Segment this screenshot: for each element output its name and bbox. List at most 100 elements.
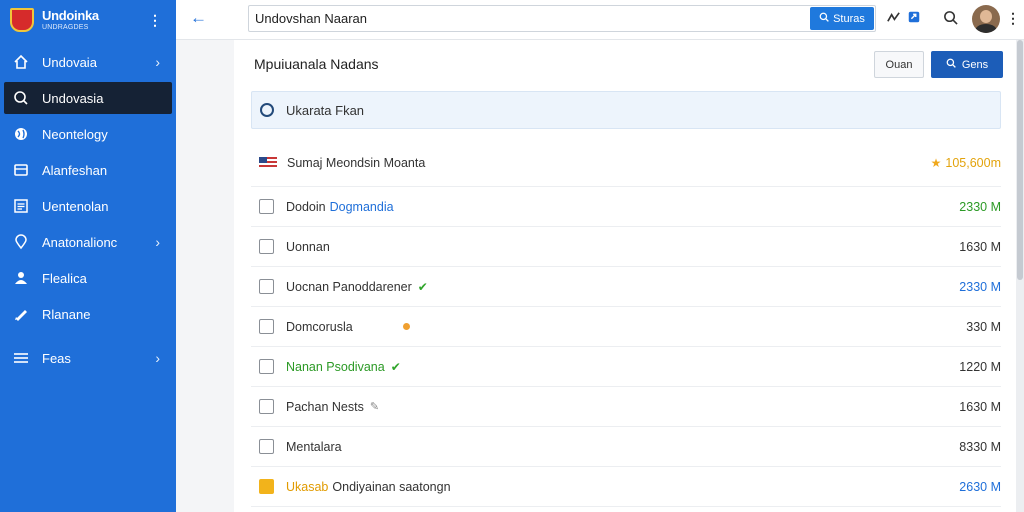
item-name: Domcorusla <box>286 319 353 334</box>
item-value: 1630 M <box>959 239 1001 254</box>
location-icon <box>12 233 30 251</box>
sidebar-item-5[interactable]: Anatonalionc › <box>4 226 172 258</box>
item-tag[interactable]: Dogmandia <box>330 200 394 214</box>
list-item[interactable]: Domcorusla 330 M <box>251 307 1001 347</box>
activity-icon[interactable] <box>886 10 901 29</box>
item-value: 1630 M <box>959 399 1001 414</box>
sidebar-item-label: Flealica <box>42 270 87 286</box>
scrollbar[interactable] <box>1016 40 1024 512</box>
item-name: Nanan Psodivana <box>286 359 385 374</box>
checkbox[interactable] <box>259 399 274 414</box>
sidebar-item-0[interactable]: Undovaia › <box>4 46 172 78</box>
item-value: ★ 105,600m <box>930 156 1001 170</box>
results-list: Sumaj Meondsin Moanta ★ 105,600m Dodoin D… <box>251 140 1001 507</box>
scrollbar-thumb[interactable] <box>1017 40 1023 280</box>
check-badge-icon: ✔ <box>417 279 428 294</box>
sidebar-item-1[interactable]: Undovasia <box>4 82 172 114</box>
sidebar-item-8[interactable]: Feas › <box>4 342 172 374</box>
sidebar-item-label: Alanfeshan <box>42 162 108 178</box>
search-icon <box>946 58 956 71</box>
item-value: 1220 M <box>959 359 1001 374</box>
checkbox[interactable] <box>259 279 274 294</box>
item-name: Mentalara <box>286 439 342 454</box>
chevron-right-icon: › <box>155 54 160 70</box>
item-value: 2330 M <box>959 279 1001 294</box>
filter-label: Ukarata Fkan <box>286 102 365 118</box>
brand-logo-icon <box>10 8 34 32</box>
share-icon[interactable] <box>907 10 921 28</box>
primary-button-label: Gens <box>961 58 989 71</box>
status-dot-icon <box>402 323 410 330</box>
chevron-right-icon: › <box>155 234 160 250</box>
brand-subtitle: UNDRAGDES <box>42 24 89 31</box>
list-item[interactable]: Pachan Nests ✎ 1630 M <box>251 387 1001 427</box>
item-name: Uonnan <box>286 239 330 254</box>
checkbox[interactable] <box>259 199 274 214</box>
list-item[interactable]: Dodoin Dogmandia 2330 M <box>251 187 1001 227</box>
secondary-button[interactable]: Ouan <box>874 51 924 78</box>
search-button-label: Sturas <box>833 12 865 25</box>
brand[interactable]: Undoinka UNDRAGDES ⋮ <box>0 0 176 40</box>
back-arrow-icon[interactable]: ← <box>190 8 207 28</box>
sidebar-item-label: Undovasia <box>42 90 104 106</box>
filter-row[interactable]: Ukarata Fkan <box>251 91 1001 129</box>
sidebar-nav: Undovaia › Undovasia Neontelogy Alanfesh… <box>0 46 176 374</box>
checkbox[interactable] <box>259 239 274 254</box>
kebab-icon[interactable]: ⋮ <box>148 12 162 29</box>
list-item[interactable]: Uonnan 1630 M <box>251 227 1001 267</box>
radio-button[interactable] <box>260 103 274 117</box>
search-icon <box>12 89 30 107</box>
document-icon[interactable] <box>259 319 274 334</box>
star-icon: ★ <box>930 156 942 170</box>
monitor-icon <box>12 161 30 179</box>
list-item[interactable]: Nanan Psodivana ✔ 1220 M <box>251 347 1001 387</box>
check-badge-icon: ✔ <box>390 359 401 374</box>
us-flag-icon <box>259 157 277 169</box>
list-item[interactable]: Mentalara 8330 M <box>251 427 1001 467</box>
item-value: 8330 M <box>959 439 1001 454</box>
sidebar-item-label: Anatonalionc <box>42 234 118 250</box>
sidebar-item-6[interactable]: Flealica <box>4 262 172 294</box>
sidebar-item-3[interactable]: Alanfeshan <box>4 154 172 186</box>
sidebar-item-label: Undovaia <box>42 54 97 70</box>
avatar[interactable] <box>972 5 1000 33</box>
sidebar-item-4[interactable]: Uentenolan <box>4 190 172 222</box>
item-value: 2630 M <box>959 479 1001 494</box>
sidebar-item-label: Neontelogy <box>42 126 108 142</box>
checkbox-checked[interactable] <box>259 479 274 494</box>
sidebar-item-label: Uentenolan <box>42 198 109 214</box>
item-name: Pachan Nests <box>286 399 364 414</box>
search-button[interactable]: Sturas <box>810 7 874 30</box>
list-item[interactable]: Uocnan Panoddarener ✔ 2330 M <box>251 267 1001 307</box>
document-icon[interactable] <box>259 359 274 374</box>
item-name: Ukasab <box>286 479 329 494</box>
page-title: Mpuiuanala Nadans <box>254 56 379 72</box>
item-name: Uocnan Panoddarener <box>286 279 412 294</box>
person-icon <box>12 269 30 287</box>
home-icon <box>12 53 30 71</box>
item-name: Sumaj Meondsin Moanta <box>287 156 426 170</box>
chevron-right-icon: › <box>155 350 160 366</box>
topbar: ← Sturas ⋮ <box>176 0 1024 40</box>
sidebar: Undoinka UNDRAGDES ⋮ Undovaia › Undovasi… <box>0 0 176 512</box>
kebab-icon[interactable]: ⋮ <box>1006 10 1020 27</box>
checkbox[interactable] <box>259 439 274 454</box>
search-input[interactable] <box>255 6 795 31</box>
list-item[interactable]: Ukasab Ondiyainan saatongn 2630 M <box>251 467 1001 507</box>
item-tag[interactable]: Ondiyainan saatongn <box>332 480 450 494</box>
brand-title: Undoinka <box>42 8 99 23</box>
primary-button[interactable]: Gens <box>931 51 1003 78</box>
list-icon <box>12 197 30 215</box>
search-box: Sturas <box>248 5 876 32</box>
search-icon[interactable] <box>943 10 958 29</box>
list-item[interactable]: Sumaj Meondsin Moanta ★ 105,600m <box>251 140 1001 187</box>
main-panel: Mpuiuanala Nadans Ouan Gens Ukarata Fkan… <box>234 40 1016 512</box>
item-value: 2330 M <box>959 199 1001 214</box>
tag-icon <box>12 305 30 323</box>
item-value: 330 M <box>966 319 1001 334</box>
sidebar-item-7[interactable]: Rlanane <box>4 298 172 330</box>
globe-icon <box>12 125 30 143</box>
sidebar-item-label: Feas <box>42 350 71 366</box>
sidebar-item-2[interactable]: Neontelogy <box>4 118 172 150</box>
item-name: Dodoin <box>286 199 326 214</box>
